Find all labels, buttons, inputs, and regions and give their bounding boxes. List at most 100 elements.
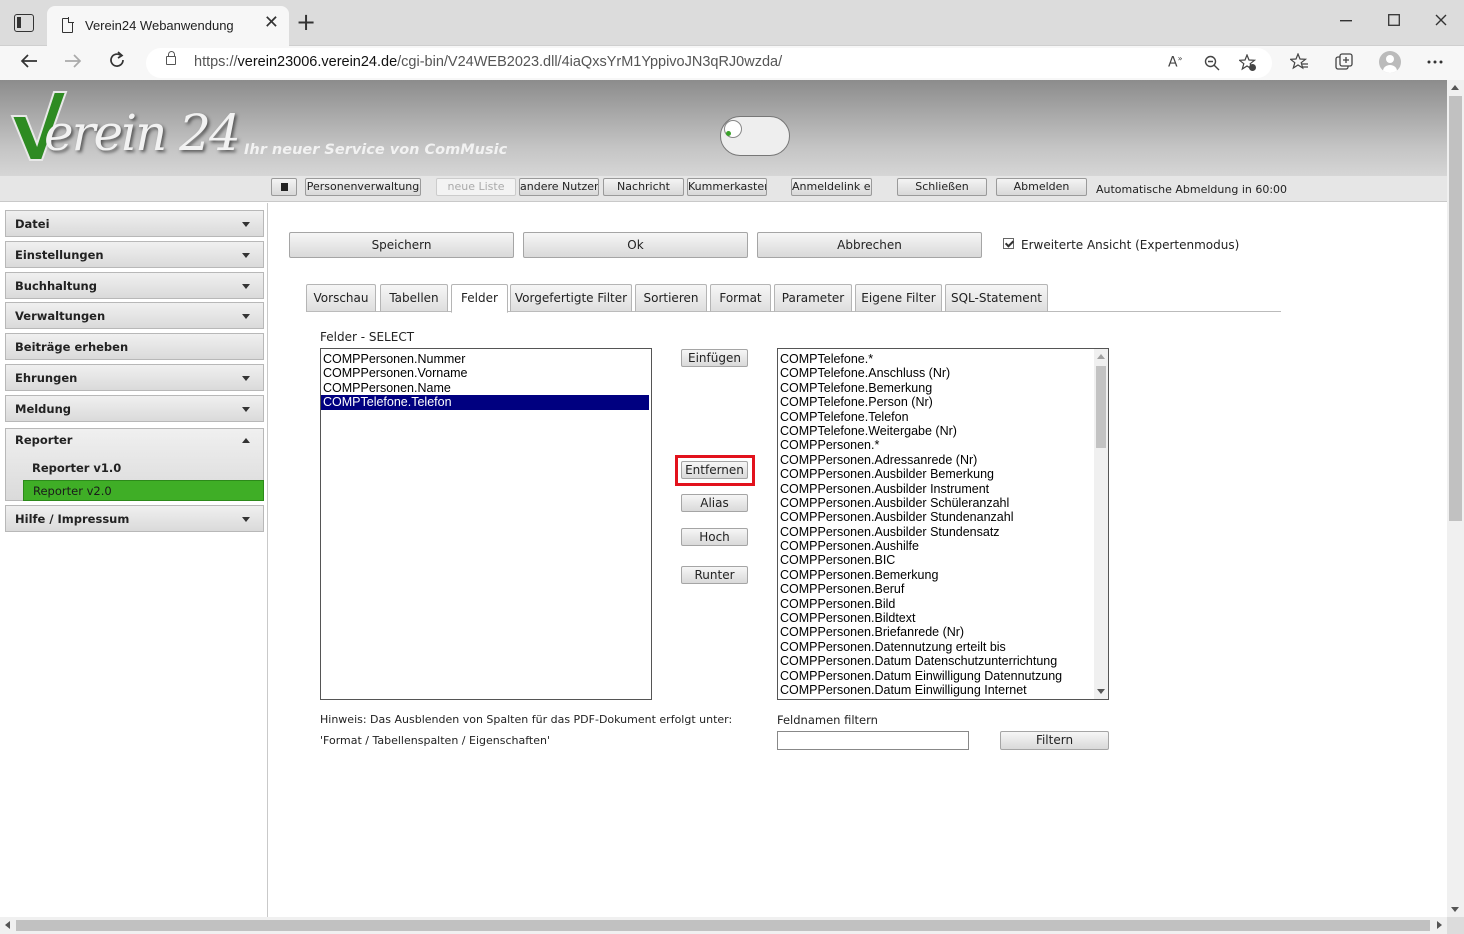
list-item[interactable]: COMPTelefone.Anschluss (Nr) xyxy=(778,366,1108,380)
runter-button[interactable]: Runter xyxy=(681,566,748,584)
list-item[interactable]: COMPTelefone.Weitergabe (Nr) xyxy=(778,424,1108,438)
scroll-up-icon[interactable] xyxy=(1097,354,1105,359)
favorites-icon[interactable] xyxy=(1290,53,1308,71)
filter-input[interactable] xyxy=(777,731,969,750)
save-button[interactable]: Speichern xyxy=(289,232,514,258)
scroll-right-icon[interactable] xyxy=(1437,921,1442,929)
sidebar-item-einstellungen[interactable]: Einstellungen xyxy=(5,241,264,268)
list-item[interactable]: COMPPersonen.* xyxy=(778,438,1108,452)
tab-sortieren[interactable]: Sortieren xyxy=(635,284,707,312)
stop-button[interactable] xyxy=(271,178,297,196)
add-favorite-icon[interactable] xyxy=(1239,54,1257,72)
sidebar-item-beitraege-erheben[interactable]: Beiträge erheben xyxy=(5,333,264,360)
scroll-thumb[interactable] xyxy=(1449,96,1462,521)
forward-icon[interactable] xyxy=(64,53,82,69)
scroll-down-icon[interactable] xyxy=(1451,907,1459,912)
tab-vorgefertigte-filter[interactable]: Vorgefertigte Filter xyxy=(510,284,632,312)
neue-liste-button[interactable]: neue Liste xyxy=(436,178,516,196)
sidebar-item-reporter-v1[interactable]: Reporter v1.0 xyxy=(23,458,264,479)
scroll-left-icon[interactable] xyxy=(5,921,10,929)
list-item[interactable]: COMPPersonen.Aushilfe xyxy=(778,539,1108,553)
minimize-icon[interactable] xyxy=(1340,20,1352,22)
new-tab-button[interactable]: + xyxy=(296,10,316,34)
list-item[interactable]: COMPPersonen.Nummer xyxy=(321,352,651,366)
list-item[interactable]: COMPPersonen.Ausbilder Stundensatz xyxy=(778,525,1108,539)
filter-button[interactable]: Filtern xyxy=(1000,731,1109,750)
close-window-icon[interactable] xyxy=(1435,14,1447,26)
profile-icon[interactable] xyxy=(1379,51,1401,73)
lock-icon[interactable] xyxy=(166,51,176,65)
list-item[interactable]: COMPPersonen.Datum Einwilligung Datennut… xyxy=(778,669,1108,683)
einfuegen-button[interactable]: Einfügen xyxy=(681,349,748,367)
sidebar-item-reporter-v2[interactable]: Reporter v2.0 xyxy=(23,480,264,501)
scroll-thumb[interactable] xyxy=(1096,366,1106,448)
ok-button[interactable]: Ok xyxy=(523,232,748,258)
list-item[interactable]: COMPPersonen.Ausbilder Schüleranzahl xyxy=(778,496,1108,510)
maximize-icon[interactable] xyxy=(1388,14,1400,26)
list-item[interactable]: COMPTelefone.Telefon xyxy=(778,410,1108,424)
list-item[interactable]: COMPPersonen.Vorname xyxy=(321,366,651,380)
list-item[interactable]: COMPTelefone.* xyxy=(778,352,1108,366)
anmeldelink-button[interactable]: Anmeldelink erst xyxy=(791,178,872,196)
sidebar-item-meldung[interactable]: Meldung xyxy=(5,395,264,422)
window-horizontal-scrollbar[interactable] xyxy=(0,917,1447,934)
tab-sql-statement[interactable]: SQL-Statement xyxy=(945,284,1048,312)
list-item[interactable]: COMPPersonen.Bemerkung xyxy=(778,568,1108,582)
refresh-icon[interactable] xyxy=(108,51,126,69)
sidebar-item-ehrungen[interactable]: Ehrungen xyxy=(5,364,264,391)
list-item[interactable]: COMPPersonen.Beruf xyxy=(778,582,1108,596)
tab-felder[interactable]: Felder xyxy=(451,284,508,313)
collections-icon[interactable] xyxy=(1335,53,1353,71)
back-icon[interactable] xyxy=(20,53,38,69)
sidebar-item-reporter[interactable]: Reporter xyxy=(15,433,72,447)
entfernen-button[interactable]: Entfernen xyxy=(681,461,748,479)
list-item[interactable]: COMPPersonen.BIC xyxy=(778,553,1108,567)
kummerkasten-button[interactable]: Kummerkasten xyxy=(687,178,767,196)
tab-format[interactable]: Format xyxy=(710,284,771,312)
sidebar-item-buchhaltung[interactable]: Buchhaltung xyxy=(5,272,264,299)
tab-tabellen[interactable]: Tabellen xyxy=(380,284,448,312)
window-vertical-scrollbar[interactable] xyxy=(1447,80,1464,917)
list-item[interactable]: COMPPersonen.Bild xyxy=(778,597,1108,611)
tab-close-icon[interactable]: ✕ xyxy=(264,14,279,32)
url-field[interactable]: https://verein23006.verein24.de/cgi-bin/… xyxy=(146,48,1272,78)
selected-fields-list[interactable]: COMPPersonen.Nummer COMPPersonen.Vorname… xyxy=(320,348,652,700)
list-item[interactable]: COMPTelefone.Person (Nr) xyxy=(778,395,1108,409)
list-item[interactable]: COMPPersonen.Name xyxy=(321,381,651,395)
list-item[interactable]: COMPPersonen.Ausbilder Bemerkung xyxy=(778,467,1108,481)
schliessen-button[interactable]: Schließen xyxy=(897,178,987,196)
list-item[interactable]: COMPTelefone.Bemerkung xyxy=(778,381,1108,395)
scroll-up-icon[interactable] xyxy=(1451,85,1459,90)
chevron-up-icon[interactable] xyxy=(242,438,250,443)
expert-mode-checkbox[interactable] xyxy=(1003,238,1014,249)
tab-eigene-filter[interactable]: Eigene Filter xyxy=(855,284,942,312)
sidebar-item-verwaltungen[interactable]: Verwaltungen xyxy=(5,302,264,329)
nachricht-button[interactable]: Nachricht xyxy=(603,178,684,196)
tab-parameter[interactable]: Parameter xyxy=(774,284,852,312)
list-item[interactable]: COMPPersonen.Briefanrede (Nr) xyxy=(778,625,1108,639)
andere-nutzer-button[interactable]: andere Nutzer xyxy=(519,178,599,196)
list-item-selected[interactable]: COMPTelefone.Telefon xyxy=(321,395,649,410)
list-item[interactable]: COMPPersonen.Datennutzung erteilt bis xyxy=(778,640,1108,654)
scroll-thumb[interactable] xyxy=(16,920,1430,931)
tab-actions-icon[interactable] xyxy=(14,14,34,32)
list-item[interactable]: COMPPersonen.Datum Einwilligung Internet xyxy=(778,683,1108,697)
read-aloud-icon[interactable]: A» xyxy=(1168,55,1182,70)
theme-toggle[interactable] xyxy=(720,116,790,156)
sidebar-item-hilfe-impressum[interactable]: Hilfe / Impressum xyxy=(5,505,264,532)
hoch-button[interactable]: Hoch xyxy=(681,528,748,546)
abmelden-button[interactable]: Abmelden xyxy=(996,178,1087,196)
more-icon[interactable] xyxy=(1427,60,1443,64)
browser-tab[interactable]: Verein24 Webanwendung ✕ xyxy=(47,6,289,46)
personenverwaltung-button[interactable]: Personenverwaltung xyxy=(305,178,421,196)
list-scrollbar[interactable] xyxy=(1094,349,1108,699)
list-item[interactable]: COMPPersonen.Datum Datenschutzunterricht… xyxy=(778,654,1108,668)
sidebar-item-datei[interactable]: Datei xyxy=(5,210,264,237)
alias-button[interactable]: Alias xyxy=(681,494,748,512)
cancel-button[interactable]: Abbrechen xyxy=(757,232,982,258)
tab-vorschau[interactable]: Vorschau xyxy=(306,284,376,312)
list-item[interactable]: COMPPersonen.Bildtext xyxy=(778,611,1108,625)
list-item[interactable]: COMPPersonen.Adressanrede (Nr) xyxy=(778,453,1108,467)
list-item[interactable]: COMPPersonen.Ausbilder Stundenanzahl xyxy=(778,510,1108,524)
available-fields-list[interactable]: COMPTelefone.* COMPTelefone.Anschluss (Nr… xyxy=(777,348,1109,700)
